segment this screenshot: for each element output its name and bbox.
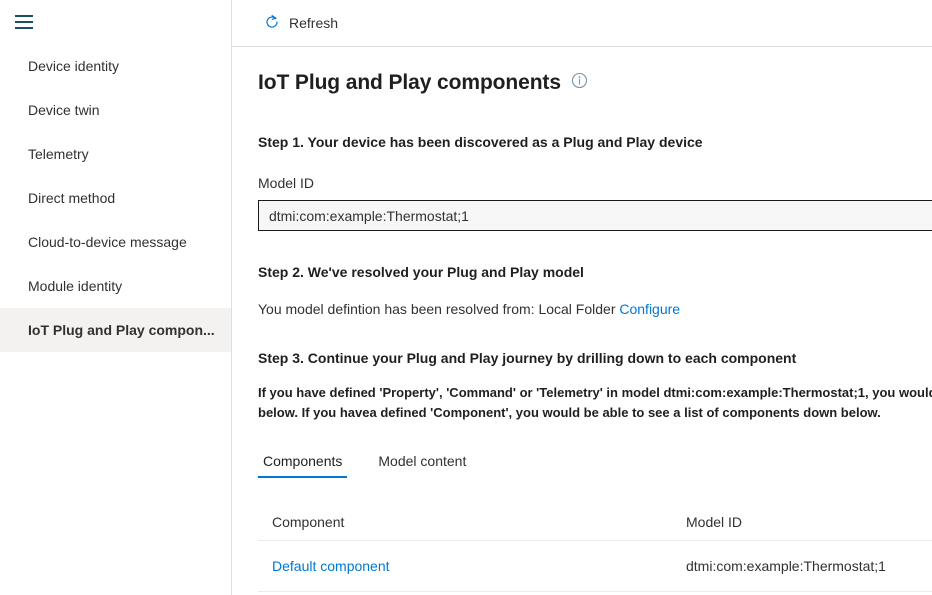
refresh-button[interactable]: Refresh xyxy=(258,10,344,37)
model-id-label: Model ID xyxy=(258,175,932,191)
tab-model-content[interactable]: Model content xyxy=(373,447,471,478)
sidebar-item-label: Cloud-to-device message xyxy=(28,234,187,250)
sidebar-item-device-identity[interactable]: Device identity xyxy=(0,44,231,88)
sidebar-item-module-identity[interactable]: Module identity xyxy=(0,264,231,308)
step3-description: If you have defined 'Property', 'Command… xyxy=(258,383,932,423)
refresh-button-label: Refresh xyxy=(289,15,338,31)
cell-model-id: dtmi:com:example:Thermostat;1 xyxy=(678,558,932,574)
content-area: IoT Plug and Play components Step 1. You… xyxy=(232,47,932,595)
table-header-row: Component Model ID xyxy=(258,504,932,541)
sidebar-item-label: Direct method xyxy=(28,190,115,206)
components-table: Component Model ID Default component dtm… xyxy=(258,504,932,592)
sidebar-item-label: Telemetry xyxy=(28,146,89,162)
configure-link[interactable]: Configure xyxy=(619,301,680,317)
sidebar: Device identity Device twin Telemetry Di… xyxy=(0,0,232,595)
page-title-row: IoT Plug and Play components xyxy=(258,71,932,95)
model-resolution-text: You model defintion has been resolved fr… xyxy=(258,301,615,317)
tab-components-label: Components xyxy=(263,453,342,469)
sidebar-item-direct-method[interactable]: Direct method xyxy=(0,176,231,220)
step3-description-line-1: If you have defined 'Property', 'Command… xyxy=(258,383,932,403)
info-circle-icon[interactable] xyxy=(571,72,588,94)
sidebar-item-label: Device identity xyxy=(28,58,119,74)
refresh-icon xyxy=(264,14,280,33)
model-id-input[interactable] xyxy=(258,200,932,231)
step2-heading: Step 2. We've resolved your Plug and Pla… xyxy=(258,264,932,280)
column-header-model-id: Model ID xyxy=(678,514,932,530)
sidebar-item-label: Module identity xyxy=(28,278,122,294)
sidebar-item-telemetry[interactable]: Telemetry xyxy=(0,132,231,176)
hamburger-bar-3 xyxy=(15,27,33,29)
step3-description-line-2: below. If you havea defined 'Component',… xyxy=(258,403,932,423)
hamburger-bar-1 xyxy=(15,15,33,17)
tab-list: Components Model content xyxy=(258,447,932,478)
default-component-link[interactable]: Default component xyxy=(272,558,390,574)
tab-components[interactable]: Components xyxy=(258,447,347,478)
cell-component: Default component xyxy=(258,558,678,574)
main-panel: Refresh IoT Plug and Play components Ste… xyxy=(232,0,932,595)
sidebar-item-iot-plug-and-play-components[interactable]: IoT Plug and Play compon... xyxy=(0,308,231,352)
step1-heading: Step 1. Your device has been discovered … xyxy=(258,134,932,150)
hamburger-icon[interactable] xyxy=(4,4,44,40)
sidebar-item-device-twin[interactable]: Device twin xyxy=(0,88,231,132)
table-row[interactable]: Default component dtmi:com:example:Therm… xyxy=(258,541,932,592)
sidebar-item-label: IoT Plug and Play compon... xyxy=(28,322,215,338)
model-resolution-status: You model defintion has been resolved fr… xyxy=(258,301,932,317)
column-header-component: Component xyxy=(258,514,678,530)
step3-heading: Step 3. Continue your Plug and Play jour… xyxy=(258,350,932,366)
toolbar: Refresh xyxy=(232,0,932,47)
page-title: IoT Plug and Play components xyxy=(258,71,561,95)
sidebar-nav: Device identity Device twin Telemetry Di… xyxy=(0,44,231,352)
sidebar-item-cloud-to-device-message[interactable]: Cloud-to-device message xyxy=(0,220,231,264)
sidebar-item-label: Device twin xyxy=(28,102,100,118)
app-root: Device identity Device twin Telemetry Di… xyxy=(0,0,932,595)
tab-model-content-label: Model content xyxy=(378,453,466,469)
hamburger-bar-2 xyxy=(15,21,33,23)
